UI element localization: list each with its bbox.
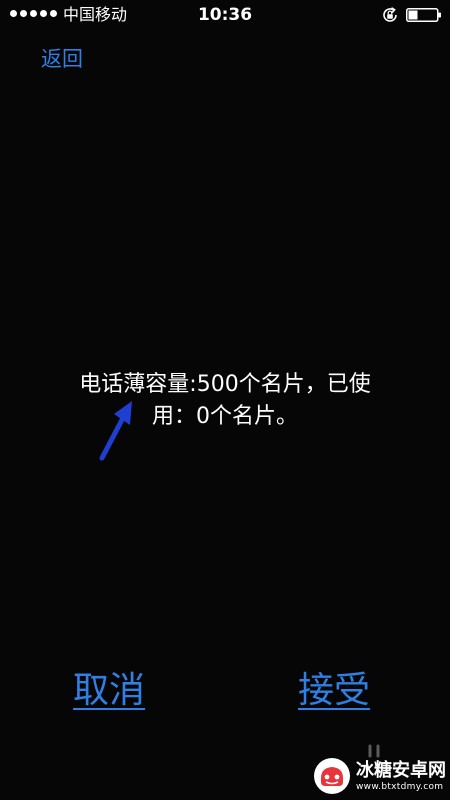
battery-icon [406, 8, 441, 22]
watermark-logo-icon [314, 758, 350, 794]
status-bar: 中国移动 10:36 [0, 0, 450, 30]
accept-button[interactable]: 接受 [298, 668, 370, 714]
watermark-text: 冰糖安卓网 www.btxtdmy.com [356, 760, 446, 793]
rotation-lock-icon [383, 7, 397, 22]
watermark: 冰糖安卓网 www.btxtdmy.com [312, 754, 448, 798]
watermark-title: 冰糖安卓网 [356, 759, 446, 781]
back-button[interactable]: 返回 [41, 45, 83, 73]
watermark-url: www.btxtdmy.com [356, 781, 444, 792]
message-line-1: 电话薄容量:500个名片，已使 [79, 372, 371, 397]
cancel-button[interactable]: 取消 [73, 668, 145, 714]
arrow-icon [99, 401, 132, 461]
